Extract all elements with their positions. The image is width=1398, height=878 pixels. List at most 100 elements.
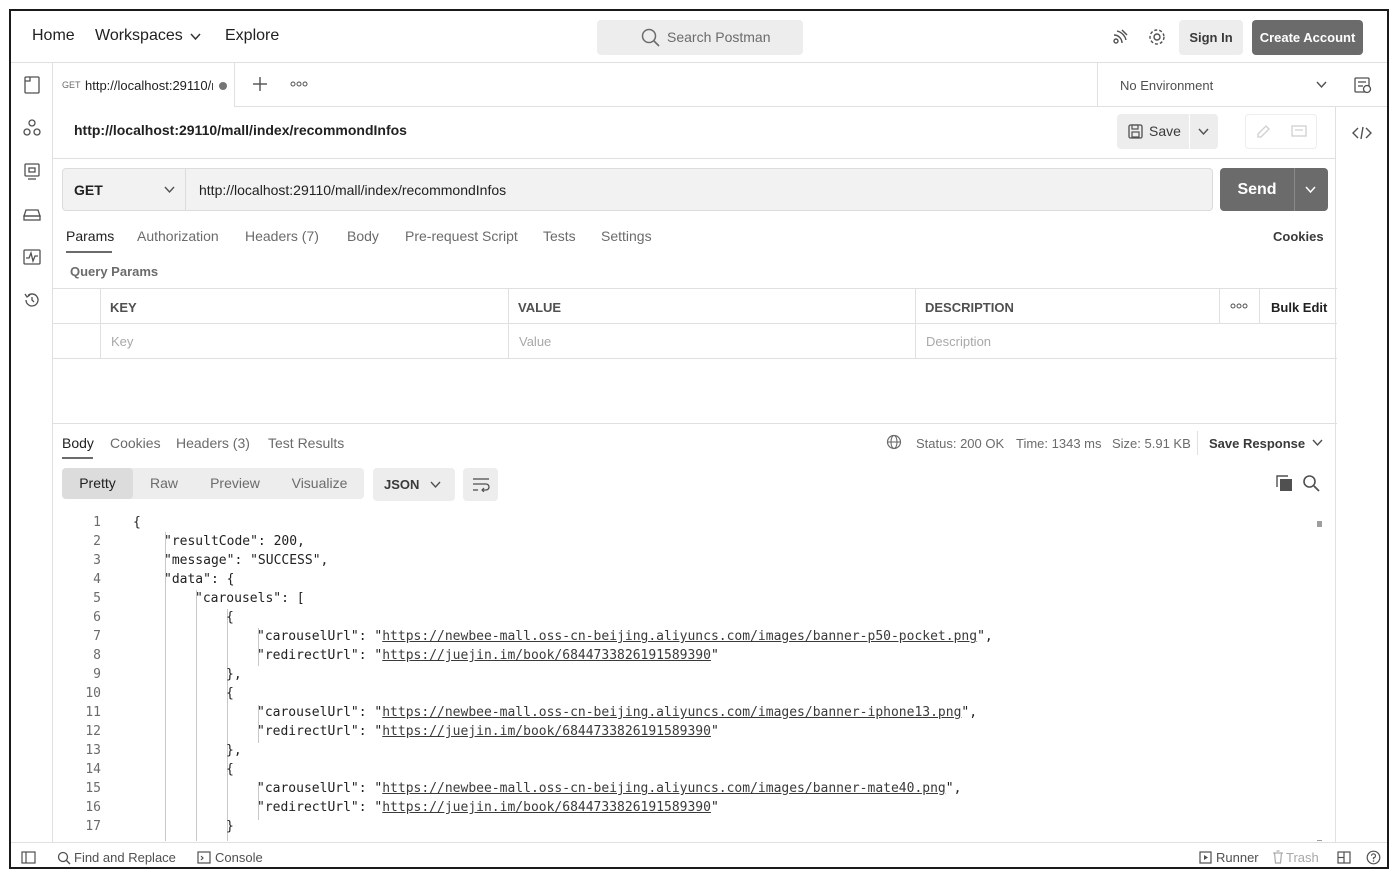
help-icon[interactable] <box>1366 850 1381 865</box>
line-number: 14 <box>85 762 101 777</box>
sign-in-button[interactable]: Sign In <box>1179 20 1243 55</box>
chevron-down-icon[interactable] <box>1312 439 1323 447</box>
response-tab-cookies[interactable]: Cookies <box>110 435 161 451</box>
environment-label: No Environment <box>1120 78 1214 93</box>
tab-method: GET <box>62 80 81 90</box>
bulk-edit-button[interactable]: Bulk Edit <box>1271 300 1327 315</box>
collections-icon[interactable] <box>22 75 42 95</box>
two-pane-icon[interactable] <box>1337 851 1351 864</box>
line-number: 6 <box>93 610 101 625</box>
url-input[interactable]: http://localhost:29110/mall/index/recomm… <box>199 182 506 198</box>
unsaved-dot-icon <box>219 82 227 90</box>
response-tab-body[interactable]: Body <box>62 435 94 451</box>
environments-icon[interactable] <box>22 161 42 181</box>
json-url-link[interactable]: https://juejin.im/book/68447338261915893… <box>382 648 711 663</box>
json-url-link[interactable]: https://newbee-mall.oss-cn-beijing.aliyu… <box>382 629 977 644</box>
send-button[interactable]: Send <box>1220 168 1294 211</box>
response-tab-test-results[interactable]: Test Results <box>268 435 344 451</box>
scrollbar[interactable] <box>1317 521 1322 841</box>
format-selector[interactable]: JSON <box>373 468 455 501</box>
method-selector[interactable]: GET <box>63 169 186 210</box>
scrollbar-thumb[interactable] <box>1317 521 1322 527</box>
create-account-button[interactable]: Create Account <box>1252 20 1363 55</box>
search-icon <box>641 28 660 47</box>
description-input[interactable]: Description <box>926 334 991 349</box>
view-preview[interactable]: Preview <box>195 468 275 499</box>
more-options-icon[interactable] <box>290 81 308 87</box>
column-divider <box>1259 289 1260 324</box>
tab-tests[interactable]: Tests <box>543 228 576 244</box>
search-input[interactable]: Search Postman <box>597 20 803 55</box>
history-icon[interactable] <box>22 290 42 310</box>
copy-icon[interactable] <box>1276 475 1293 492</box>
request-name[interactable]: http://localhost:29110/mall/index/recomm… <box>74 122 407 138</box>
wrap-lines-button[interactable] <box>463 468 498 501</box>
plus-icon[interactable] <box>252 76 268 92</box>
line-number: 7 <box>93 629 101 644</box>
globe-icon[interactable] <box>886 434 902 450</box>
value-input[interactable]: Value <box>519 334 551 349</box>
tab-params[interactable]: Params <box>66 228 114 244</box>
pencil-icon[interactable] <box>1255 124 1271 140</box>
nav-home[interactable]: Home <box>32 27 75 45</box>
environment-quick-look-icon[interactable] <box>1353 75 1373 95</box>
tab-settings[interactable]: Settings <box>601 228 652 244</box>
response-divider[interactable] <box>53 423 1337 424</box>
view-raw[interactable]: Raw <box>133 468 195 499</box>
response-tab-headers[interactable]: Headers (3) <box>176 435 250 451</box>
console-icon <box>197 851 211 864</box>
column-divider <box>915 289 916 359</box>
code-icon[interactable] <box>1352 125 1372 141</box>
find-replace-button[interactable]: Find and Replace <box>74 850 176 865</box>
code-text: { <box>226 610 234 625</box>
line-number: 9 <box>93 667 101 682</box>
save-dropdown-button[interactable] <box>1190 114 1218 149</box>
postman-window: Home Workspaces Explore Search Postman S… <box>9 9 1389 869</box>
code-text: { <box>133 515 141 530</box>
apis-icon[interactable] <box>22 118 42 138</box>
mock-servers-icon[interactable] <box>22 204 42 224</box>
environment-selector[interactable]: No Environment <box>1097 63 1339 107</box>
monitors-icon[interactable] <box>22 247 42 267</box>
response-time[interactable]: Time: 1343 ms <box>1016 436 1102 451</box>
more-options-icon[interactable] <box>1230 303 1248 309</box>
json-url-link[interactable]: https://newbee-mall.oss-cn-beijing.aliyu… <box>382 781 946 796</box>
tab-authorization[interactable]: Authorization <box>137 228 219 244</box>
runner-button[interactable]: Runner <box>1216 850 1259 865</box>
save-response-button[interactable]: Save Response <box>1209 436 1305 451</box>
json-url-link[interactable]: https://newbee-mall.oss-cn-beijing.aliyu… <box>382 705 961 720</box>
search-icon[interactable] <box>1302 474 1320 492</box>
tab-headers[interactable]: Headers (7) <box>245 228 319 244</box>
nav-workspaces[interactable]: Workspaces <box>95 27 183 45</box>
json-url-link[interactable]: https://juejin.im/book/68447338261915893… <box>382 800 711 815</box>
gear-icon[interactable] <box>1147 27 1167 47</box>
json-url-link[interactable]: https://juejin.im/book/68447338261915893… <box>382 724 711 739</box>
chevron-down-icon[interactable] <box>1305 186 1316 194</box>
console-button[interactable]: Console <box>215 850 263 865</box>
view-pretty[interactable]: Pretty <box>62 468 133 499</box>
view-visualize[interactable]: Visualize <box>275 468 364 499</box>
tab-body[interactable]: Body <box>347 228 379 244</box>
cookies-link[interactable]: Cookies <box>1273 229 1324 244</box>
request-tab[interactable]: GET http://localhost:29110/mall/index/re… <box>53 63 235 107</box>
trash-button[interactable]: Trash <box>1286 850 1319 865</box>
satellite-icon[interactable] <box>1110 27 1130 47</box>
chevron-down-icon <box>1316 81 1327 89</box>
key-input[interactable]: Key <box>111 334 133 349</box>
tab-pre-request-script[interactable]: Pre-request Script <box>405 228 518 244</box>
code-text: "carouselUrl": "https://newbee-mall.oss-… <box>257 705 978 720</box>
response-status[interactable]: Status: 200 OK <box>916 436 1004 451</box>
toggle-sidebar-icon[interactable] <box>21 851 36 864</box>
nav-explore[interactable]: Explore <box>225 27 279 45</box>
save-button[interactable]: Save <box>1117 114 1189 149</box>
column-divider <box>508 289 509 359</box>
response-view-selector: Pretty Raw Preview Visualize <box>62 468 364 499</box>
chevron-down-icon[interactable] <box>190 33 201 41</box>
response-body-editor[interactable]: 1{2 "resultCode": 200, 3 "message": "SUCCES… <box>53 513 1335 841</box>
response-size[interactable]: Size: 5.91 KB <box>1112 436 1191 451</box>
line-number: 1 <box>93 515 101 530</box>
column-header-value: VALUE <box>518 300 562 315</box>
request-title-bar: http://localhost:29110/mall/index/recomm… <box>53 107 1335 159</box>
code-text: "data": { <box>164 572 235 587</box>
comment-icon[interactable] <box>1291 125 1307 139</box>
